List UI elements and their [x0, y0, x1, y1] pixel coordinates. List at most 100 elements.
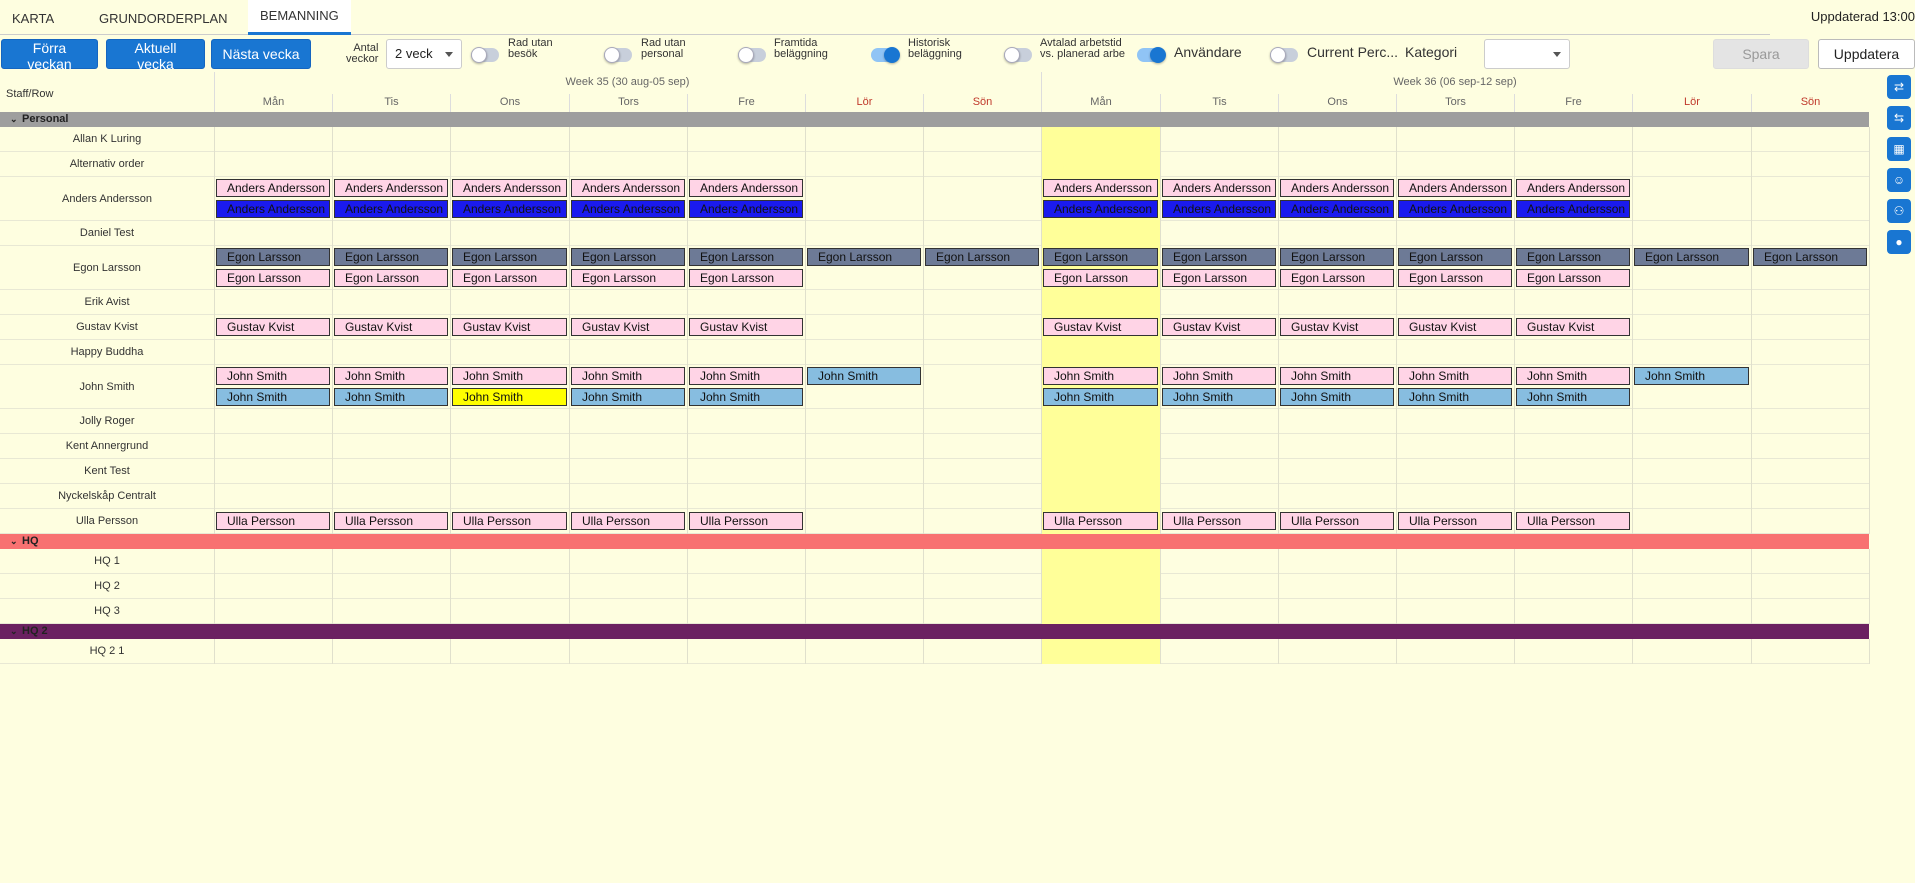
booking-block[interactable]: Gustav Kvist: [1516, 318, 1630, 336]
day-cell[interactable]: [1751, 459, 1869, 484]
day-cell[interactable]: [923, 574, 1041, 599]
chevron-down-icon[interactable]: ⌄: [10, 624, 18, 639]
group-icon[interactable]: ⚇: [1887, 199, 1911, 223]
day-cell[interactable]: [569, 152, 687, 177]
booking-block[interactable]: Ulla Persson: [1043, 512, 1158, 530]
day-cell[interactable]: [332, 290, 450, 315]
booking-block[interactable]: Egon Larsson: [1398, 269, 1512, 287]
booking-block[interactable]: John Smith: [571, 367, 685, 385]
day-cell[interactable]: [1278, 459, 1396, 484]
day-cell[interactable]: [923, 340, 1041, 365]
day-cell[interactable]: [1514, 599, 1632, 624]
booking-block[interactable]: Gustav Kvist: [334, 318, 448, 336]
day-cell[interactable]: [1160, 340, 1278, 365]
day-cell[interactable]: [1396, 152, 1514, 177]
day-cell[interactable]: [450, 221, 569, 246]
person-badge-icon[interactable]: ☺: [1887, 168, 1911, 192]
day-cell[interactable]: [332, 340, 450, 365]
day-cell[interactable]: [1160, 599, 1278, 624]
day-cell[interactable]: [450, 152, 569, 177]
day-cell[interactable]: [1278, 574, 1396, 599]
booking-block[interactable]: Anders Andersson: [1043, 179, 1158, 197]
day-cell[interactable]: [569, 639, 687, 664]
booking-block[interactable]: Ulla Persson: [1162, 512, 1276, 530]
tab-grundorderplan[interactable]: GRUNDORDERPLAN: [87, 0, 240, 35]
day-cell[interactable]: [214, 434, 332, 459]
day-cell[interactable]: [1160, 459, 1278, 484]
day-cell[interactable]: [1751, 365, 1869, 409]
booking-block[interactable]: Egon Larsson: [1753, 248, 1867, 266]
day-cell[interactable]: [214, 639, 332, 664]
day-cell[interactable]: [1632, 409, 1751, 434]
booking-block[interactable]: Gustav Kvist: [1043, 318, 1158, 336]
day-cell[interactable]: [332, 127, 450, 152]
booking-block[interactable]: John Smith: [1043, 367, 1158, 385]
booking-block[interactable]: John Smith: [689, 367, 803, 385]
booking-block[interactable]: Anders Andersson: [689, 200, 803, 218]
day-cell[interactable]: [923, 365, 1041, 409]
user-icon[interactable]: ●: [1887, 230, 1911, 254]
day-cell[interactable]: [569, 340, 687, 365]
toggle-switch-5[interactable]: [1004, 47, 1032, 63]
day-cell[interactable]: [687, 409, 805, 434]
day-cell[interactable]: [1396, 434, 1514, 459]
booking-block[interactable]: Ulla Persson: [216, 512, 330, 530]
day-cell[interactable]: [1514, 340, 1632, 365]
day-cell[interactable]: [805, 509, 923, 534]
day-cell[interactable]: [805, 340, 923, 365]
booking-block[interactable]: Anders Andersson: [1162, 179, 1276, 197]
day-cell[interactable]: [569, 459, 687, 484]
day-cell[interactable]: [687, 340, 805, 365]
day-cell[interactable]: [332, 434, 450, 459]
booking-block[interactable]: Anders Andersson: [216, 200, 330, 218]
day-cell[interactable]: [569, 127, 687, 152]
day-cell[interactable]: [332, 599, 450, 624]
day-cell[interactable]: [687, 127, 805, 152]
day-cell[interactable]: [450, 290, 569, 315]
day-cell[interactable]: [450, 340, 569, 365]
day-cell[interactable]: [1751, 152, 1869, 177]
day-cell[interactable]: [214, 484, 332, 509]
booking-block[interactable]: Anders Andersson: [452, 200, 567, 218]
day-cell[interactable]: [450, 549, 569, 574]
day-cell[interactable]: [805, 152, 923, 177]
booking-block[interactable]: Gustav Kvist: [689, 318, 803, 336]
day-cell[interactable]: [214, 599, 332, 624]
booking-block[interactable]: Anders Andersson: [1398, 179, 1512, 197]
booking-block[interactable]: Gustav Kvist: [1280, 318, 1394, 336]
booking-block[interactable]: John Smith: [1398, 388, 1512, 406]
day-cell[interactable]: [569, 221, 687, 246]
booking-block[interactable]: Gustav Kvist: [1162, 318, 1276, 336]
booking-block[interactable]: Egon Larsson: [1043, 248, 1158, 266]
booking-block[interactable]: John Smith: [452, 367, 567, 385]
day-cell[interactable]: [1396, 459, 1514, 484]
day-cell[interactable]: [923, 221, 1041, 246]
day-cell[interactable]: [214, 290, 332, 315]
day-cell[interactable]: [923, 290, 1041, 315]
booking-block[interactable]: Ulla Persson: [1280, 512, 1394, 530]
booking-block[interactable]: John Smith: [334, 388, 448, 406]
day-cell[interactable]: [1041, 434, 1160, 459]
day-cell[interactable]: [1041, 459, 1160, 484]
day-cell[interactable]: [1514, 290, 1632, 315]
booking-block[interactable]: John Smith: [1280, 388, 1394, 406]
day-cell[interactable]: [332, 152, 450, 177]
booking-block[interactable]: Anders Andersson: [1516, 179, 1630, 197]
day-cell[interactable]: [805, 549, 923, 574]
day-cell[interactable]: [1396, 290, 1514, 315]
day-cell[interactable]: [1278, 434, 1396, 459]
day-cell[interactable]: [1160, 574, 1278, 599]
day-cell[interactable]: [1278, 290, 1396, 315]
toggle-switch-1[interactable]: [471, 47, 499, 63]
booking-block[interactable]: Anders Andersson: [216, 179, 330, 197]
booking-block[interactable]: Egon Larsson: [1162, 248, 1276, 266]
day-cell[interactable]: [923, 599, 1041, 624]
booking-block[interactable]: John Smith: [1516, 388, 1630, 406]
booking-block[interactable]: Egon Larsson: [1162, 269, 1276, 287]
booking-block[interactable]: John Smith: [1634, 367, 1749, 385]
category-select[interactable]: [1484, 39, 1570, 69]
booking-block[interactable]: Egon Larsson: [689, 248, 803, 266]
day-cell[interactable]: [1632, 434, 1751, 459]
day-cell[interactable]: [1751, 549, 1869, 574]
day-cell[interactable]: [923, 127, 1041, 152]
